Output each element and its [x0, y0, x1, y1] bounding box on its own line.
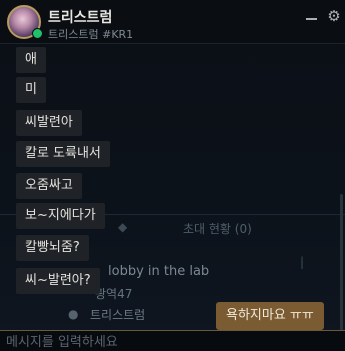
incoming-message: 미 [16, 77, 46, 103]
message-scrollbar[interactable] [340, 194, 343, 344]
gear-icon: ⚙ [327, 7, 341, 25]
message-input[interactable] [6, 334, 336, 351]
friend-riot-id: 트리스트럼 #KR1 [48, 28, 134, 41]
incoming-message: 씨~발련아? [16, 268, 100, 294]
minimize-icon [306, 18, 317, 20]
incoming-message: 오줌싸고 [16, 173, 82, 199]
settings-button[interactable]: ⚙ [326, 8, 342, 24]
message-input-bar [0, 330, 345, 351]
incoming-message: 씨발련아 [16, 110, 82, 136]
chat-header: 트리스트럼 트리스트럼 #KR1 ⚙ [0, 0, 345, 44]
incoming-message: 칼빵뇌줌? [16, 235, 89, 261]
incoming-message: 애 [16, 47, 46, 73]
outgoing-message: 욕하지마요 ㅠㅠ [216, 302, 324, 330]
incoming-message: 칼로 도륙내서 [16, 141, 110, 167]
minimize-button[interactable] [304, 8, 320, 24]
incoming-message: 보~지에다가 [16, 203, 105, 229]
message-list[interactable]: 애 미 씨발련아 칼로 도륙내서 오줌싸고 보~지에다가 칼빵뇌줌? 씨~발련아… [0, 44, 345, 344]
online-status-badge [32, 28, 43, 39]
friend-name: 트리스트럼 [48, 10, 113, 26]
